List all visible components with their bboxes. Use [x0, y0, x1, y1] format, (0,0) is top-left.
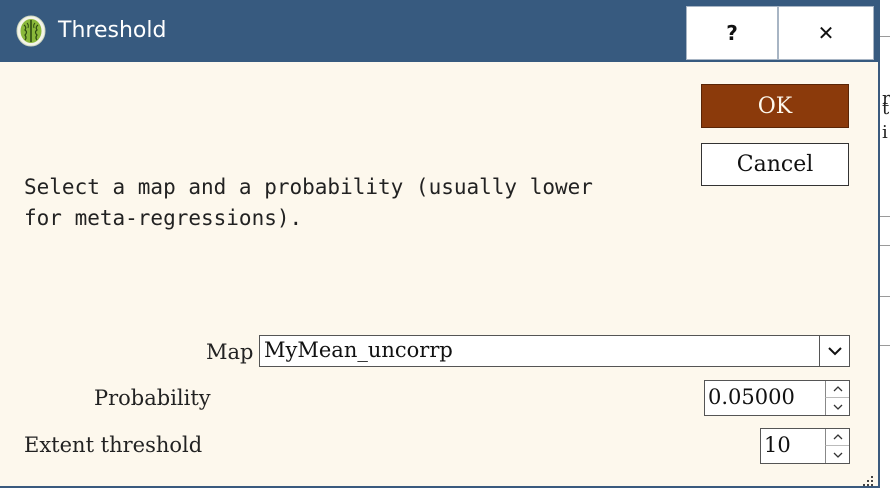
help-button[interactable]: ? [686, 6, 778, 60]
probability-value[interactable]: 0.05000 [708, 385, 795, 409]
title-bar[interactable]: Threshold ? ✕ [0, 0, 880, 62]
map-select[interactable]: MyMean_uncorrp [259, 335, 850, 367]
background-editor: r t i [880, 0, 890, 490]
close-button[interactable]: ✕ [778, 6, 874, 60]
probability-spinbox[interactable]: 0.05000 [704, 380, 850, 416]
threshold-dialog: Threshold ? ✕ OK Cancel Select a map and… [0, 0, 880, 488]
editor-char: t [882, 98, 890, 119]
editor-rule [880, 36, 890, 37]
brain-app-icon [16, 15, 46, 47]
instruction-text: Select a map and a probability (usually … [24, 175, 593, 230]
spin-down-icon[interactable] [825, 398, 849, 415]
window-title: Threshold [58, 18, 167, 43]
spin-up-icon[interactable] [825, 381, 849, 398]
map-label: Map [206, 340, 254, 364]
editor-rule [880, 245, 890, 246]
spin-up-icon[interactable] [825, 429, 849, 446]
editor-rule [880, 216, 890, 217]
spin-down-icon[interactable] [825, 446, 849, 463]
extent-threshold-label: Extent threshold [24, 433, 203, 457]
probability-label: Probability [94, 386, 211, 410]
editor-rule [880, 296, 890, 297]
cancel-button[interactable]: Cancel [701, 143, 849, 186]
ok-button[interactable]: OK [701, 84, 849, 128]
extent-threshold-value[interactable]: 10 [764, 433, 791, 457]
chevron-down-icon[interactable] [819, 336, 849, 366]
resize-grip-icon[interactable] [862, 472, 874, 486]
editor-char: i [882, 122, 888, 143]
editor-rule [880, 345, 890, 346]
map-select-value: MyMean_uncorrp [264, 338, 453, 362]
extent-threshold-spinbox[interactable]: 10 [760, 428, 850, 464]
